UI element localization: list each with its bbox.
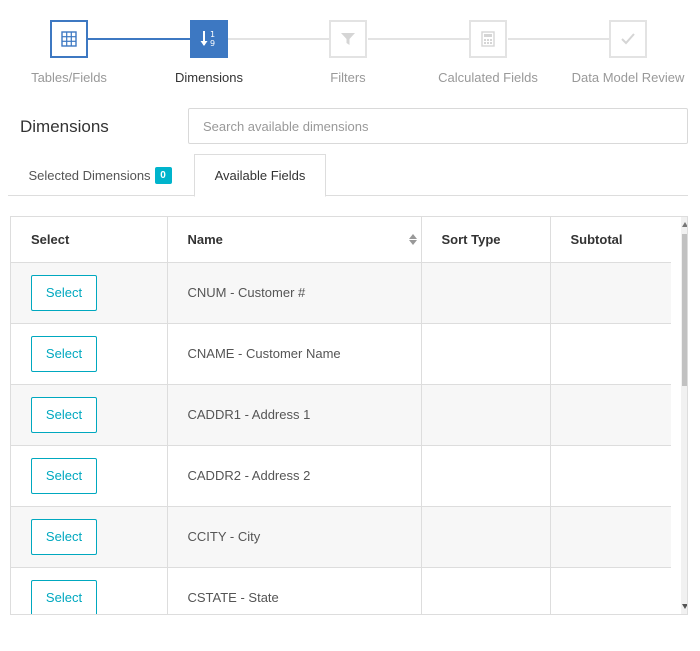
table-row: Select CCITY - City: [11, 506, 671, 568]
column-header-sort-type: Sort Type: [421, 217, 551, 263]
step-calculated-fields[interactable]: Calculated Fields: [418, 20, 558, 85]
subtotal-cell: [550, 445, 671, 507]
table-header-row: Select Name Sort Type Subtotal: [11, 217, 671, 263]
step-label-calculated-fields: Calculated Fields: [438, 70, 538, 85]
field-name-cell: CADDR2 - Address 2: [167, 445, 422, 507]
column-header-subtotal-label: Subtotal: [570, 231, 623, 247]
field-name-cell: CNAME - Customer Name: [167, 323, 422, 385]
scroll-up-arrow-icon[interactable]: [682, 222, 687, 227]
subtotal-cell: [550, 262, 671, 324]
table-scrollbar[interactable]: [681, 217, 687, 614]
step-label-data-model-review: Data Model Review: [571, 70, 685, 85]
grid-icon: [50, 20, 88, 58]
select-button[interactable]: Select: [31, 457, 97, 494]
select-button[interactable]: Select: [31, 335, 97, 372]
select-button[interactable]: Select: [31, 579, 97, 614]
step-label-dimensions: Dimensions: [175, 70, 243, 85]
sort-numeric-icon: 1 9: [190, 20, 228, 58]
step-label-tables-fields: Tables/Fields: [31, 70, 107, 85]
svg-text:1: 1: [210, 30, 215, 39]
field-name-cell: CSTATE - State: [167, 567, 422, 614]
sort-type-cell: [421, 506, 551, 568]
tab-selected-dimensions[interactable]: Selected Dimensions 0: [8, 154, 192, 196]
step-label-filters: Filters: [330, 70, 366, 85]
available-fields-table: Select Name Sort Type Subtotal Select CN…: [10, 216, 688, 615]
select-button[interactable]: Select: [31, 518, 97, 555]
step-dimensions[interactable]: 1 9 Dimensions: [139, 20, 279, 85]
selected-count-badge: 0: [154, 166, 172, 184]
wizard-stepper: Tables/Fields 1 9 Dimensions Filters Cal…: [0, 0, 700, 100]
field-name-cell: CCITY - City: [167, 506, 422, 568]
sort-type-cell: [421, 384, 551, 446]
table-row: Select CNAME - Customer Name: [11, 323, 671, 385]
section-title: Dimensions: [20, 117, 109, 136]
tab-available-fields[interactable]: Available Fields: [194, 154, 326, 197]
filter-icon: [329, 20, 367, 58]
table-row: Select CADDR2 - Address 2: [11, 445, 671, 507]
step-data-model-review[interactable]: Data Model Review: [558, 20, 698, 85]
column-header-name-label: Name: [187, 231, 223, 247]
column-header-subtotal: Subtotal: [550, 217, 671, 263]
sort-type-cell: [421, 445, 551, 507]
sort-type-cell: [421, 262, 551, 324]
column-header-sort-type-label: Sort Type: [441, 231, 501, 247]
column-header-select: Select: [11, 217, 168, 263]
column-header-select-label: Select: [31, 231, 70, 247]
search-dimensions-input[interactable]: [188, 108, 688, 144]
sort-type-cell: [421, 323, 551, 385]
table-row: Select CNUM - Customer #: [11, 262, 671, 324]
select-button[interactable]: Select: [31, 274, 97, 311]
subtotal-cell: [550, 506, 671, 568]
subtotal-cell: [550, 567, 671, 614]
sort-type-cell: [421, 567, 551, 614]
svg-text:9: 9: [210, 39, 215, 48]
scroll-down-arrow-icon[interactable]: [682, 604, 687, 609]
table-row: Select CSTATE - State: [11, 567, 671, 614]
tab-bar: Selected Dimensions 0 Available Fields: [8, 154, 688, 197]
field-name-cell: CADDR1 - Address 1: [167, 384, 422, 446]
step-tables-fields[interactable]: Tables/Fields: [0, 20, 139, 85]
sort-icon[interactable]: [408, 233, 417, 245]
tab-selected-dimensions-label: Selected Dimensions: [28, 167, 151, 183]
field-name-cell: CNUM - Customer #: [167, 262, 422, 324]
calculator-icon: [469, 20, 507, 58]
scrollbar-thumb[interactable]: [682, 234, 687, 386]
column-header-name[interactable]: Name: [167, 217, 422, 263]
select-button[interactable]: Select: [31, 396, 97, 433]
check-icon: [609, 20, 647, 58]
step-filters[interactable]: Filters: [278, 20, 418, 85]
subtotal-cell: [550, 323, 671, 385]
tab-available-fields-label: Available Fields: [214, 168, 306, 183]
table-row: Select CADDR1 - Address 1: [11, 384, 671, 446]
subtotal-cell: [550, 384, 671, 446]
